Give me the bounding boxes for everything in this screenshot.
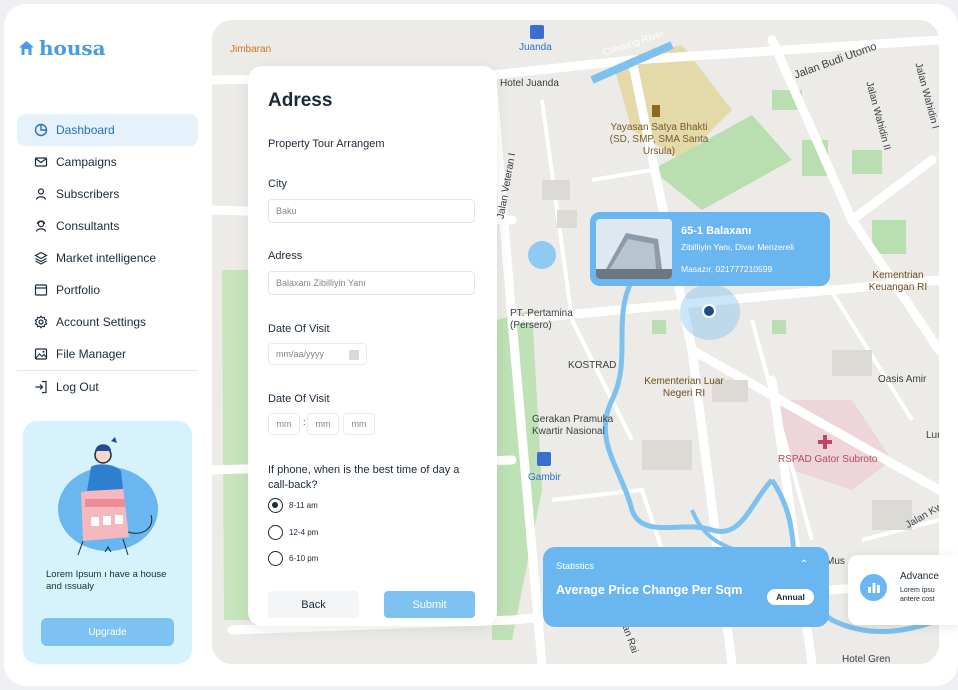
address-input[interactable]: Balaxanı Zibilliyin Yanı [268, 271, 475, 295]
map-label: Jimbaran [230, 44, 272, 55]
sidebar-item-label: Campaigns [56, 155, 117, 169]
advanced-text-2: antere cost [900, 596, 935, 603]
chevron-up-icon[interactable]: ⌃ [800, 559, 808, 570]
sidebar-item-label: File Manager [56, 347, 127, 361]
sidebar-item-label: Account Settings [56, 315, 147, 329]
bar-chart-icon [860, 574, 887, 601]
date-placeholder: mm/aa/yyyy [276, 349, 325, 359]
logout-label: Log Out [56, 380, 99, 394]
property-popup[interactable]: 65-1 Balaxanı Zibilliyin Yanı, Divar Men… [590, 212, 830, 286]
callback-question: If phone, when is the best time of day a… [268, 464, 460, 491]
form-subtitle: Property Tour Arrangem [268, 138, 385, 150]
window-icon [34, 284, 48, 296]
pie-chart-icon [34, 123, 48, 137]
upgrade-button[interactable]: Upgrade [41, 618, 174, 646]
radio-unchecked-icon [268, 525, 283, 540]
city-input[interactable]: Baku [268, 199, 475, 223]
sidebar-item-file-manager[interactable]: File Manager [17, 338, 198, 370]
back-button[interactable]: Back [268, 591, 359, 618]
period-toggle[interactable]: Annual [767, 589, 814, 605]
property-address: Zibilliyin Yanı, Divar Menzereli [681, 242, 795, 252]
sidebar-item-portfolio[interactable]: Portfolio [17, 274, 198, 306]
house-icon [19, 41, 34, 55]
sidebar-item-campaigns[interactable]: Campaigns [17, 146, 198, 178]
map-label: Gambir [528, 472, 561, 483]
sidebar-item-account-settings[interactable]: Account Settings [17, 306, 198, 338]
map-label: Oasis Amir [878, 374, 927, 385]
upgrade-card: Lorem Ipsum ı have a house and ıssualy U… [23, 421, 192, 664]
brand-name: housa [39, 36, 106, 60]
time-of-visit-label: Date Of Visit [268, 393, 330, 405]
radio-option-8-11[interactable]: 8-11 am [268, 498, 318, 513]
sidebar-item-subscribers[interactable]: Subscribers [17, 178, 198, 210]
time-separator: : [303, 417, 306, 427]
date-input[interactable]: mm/aa/yyyy [268, 343, 367, 365]
sidebar-item-label: Portfolio [56, 283, 101, 297]
mail-icon [34, 157, 48, 167]
property-photo [596, 219, 672, 279]
consultant-icon [35, 220, 47, 232]
map-label: Kementerian Luar Negeri RI [644, 376, 724, 399]
sidebar-item-label: Consultants [56, 219, 120, 233]
radio-unchecked-icon [268, 551, 283, 566]
time-input-hours[interactable]: mm [268, 413, 300, 435]
map-label: Kementrian Keuangan RI [868, 270, 928, 293]
time-input-minutes[interactable]: mm [307, 413, 339, 435]
location-pin[interactable] [702, 304, 716, 318]
statistics-card[interactable]: Statistics ⌃ Average Price Change Per Sq… [543, 547, 829, 627]
time-input-period[interactable]: mm [343, 413, 375, 435]
radio-label: 8-11 am [289, 501, 318, 510]
user-icon [35, 188, 47, 200]
map-label: KOSTRAD [568, 360, 617, 371]
sidebar-item-consultants[interactable]: Consultants [17, 210, 198, 242]
advanced-title: Advance [900, 571, 939, 582]
logout-button[interactable]: Log Out [17, 371, 198, 403]
map-label: RSPAD Gator Subroto [778, 454, 878, 465]
radio-option-12-4[interactable]: 12-4 pm [268, 525, 318, 540]
map-label: Gerakan Pramuka Kwartir Nasional [532, 414, 614, 437]
advanced-card[interactable]: Advance Lorem ipsu antere cost [848, 555, 958, 625]
radio-option-6-10[interactable]: 6-10 pm [268, 551, 318, 566]
map-label: Lur [926, 430, 939, 441]
submit-button[interactable]: Submit [384, 591, 475, 618]
date-of-visit-label: Date Of Visit [268, 323, 330, 335]
map-label: Hotel Gren [842, 654, 891, 664]
statistics-title: Average Price Change Per Sqm [556, 583, 743, 597]
gear-icon [34, 315, 48, 329]
advanced-text-1: Lorem ipsu [900, 587, 935, 594]
image-icon [34, 348, 48, 360]
radio-label: 12-4 pm [289, 528, 319, 537]
calendar-icon[interactable] [349, 350, 359, 360]
statistics-label: Statistics [556, 561, 595, 572]
radio-checked-icon [268, 498, 283, 513]
property-contact: Masazır, 021777210599 [681, 264, 773, 274]
layers-icon [34, 251, 48, 265]
map-label: PT. Pertamina (Persero) [510, 308, 573, 331]
sidebar-item-label: Market intelligence [56, 251, 157, 265]
radio-label: 6-10 pm [289, 554, 319, 563]
sidebar-item-dashboard[interactable]: Dashboard [17, 114, 198, 146]
address-label: Adress [268, 250, 303, 262]
upgrade-text: Lorem Ipsum ı have a house and ıssualy [46, 569, 167, 592]
house-illustration [58, 437, 158, 556]
map-label: Hotel Juanda [500, 78, 559, 89]
property-title: 65-1 Balaxanı [681, 225, 752, 237]
sidebar-nav: Dashboard Campaigns Subscribers Consulta… [17, 114, 198, 403]
brand-logo[interactable]: housa [18, 36, 106, 60]
sidebar-item-market-intelligence[interactable]: Market intelligence [17, 242, 198, 274]
sidebar-item-label: Dashboard [56, 123, 115, 137]
map-label: Juanda [519, 42, 552, 53]
address-form-card: Adress Property Tour Arrangem City Baku … [248, 66, 497, 626]
logout-icon [35, 380, 47, 394]
sidebar-item-label: Subscribers [56, 187, 120, 201]
city-label: City [268, 178, 287, 190]
map-label: Yayasan Satya Bhakti (SD, SMP, SMA Santa… [609, 122, 709, 157]
form-title: Adress [268, 90, 333, 111]
